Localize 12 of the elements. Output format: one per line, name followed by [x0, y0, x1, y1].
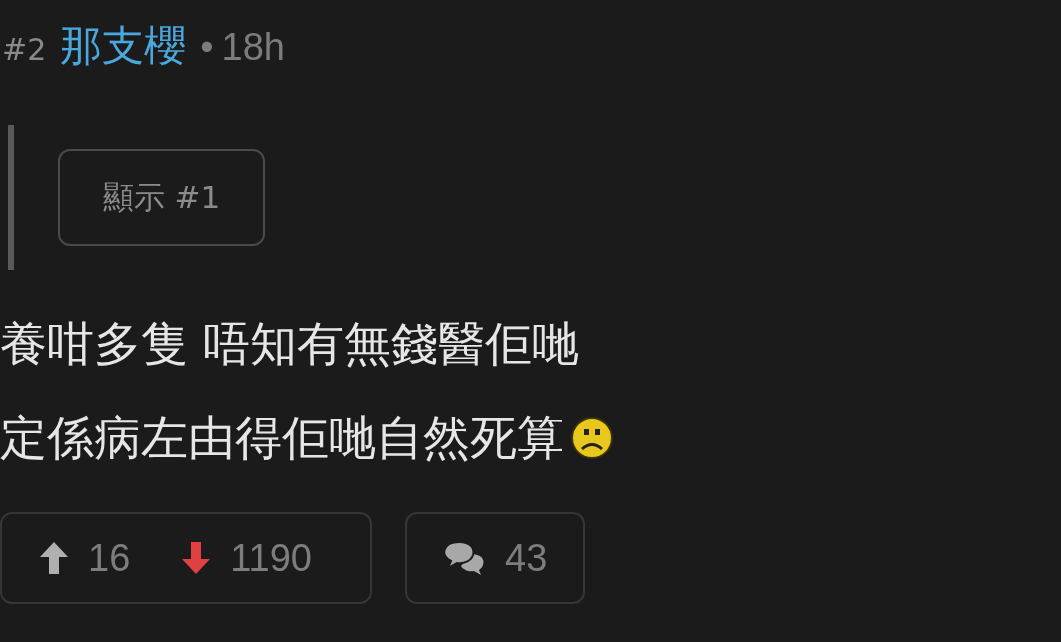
downvote-button[interactable]: 1190 — [180, 536, 312, 580]
separator-dot: • — [200, 26, 214, 69]
author-name[interactable]: 那支櫻 — [60, 18, 187, 74]
upvote-button[interactable]: 16 — [38, 536, 131, 580]
chat-bubbles-icon — [443, 540, 485, 576]
post-text-line: 養咁多隻 唔知有無錢醫佢哋 — [0, 315, 579, 373]
post-time: 18h — [221, 26, 285, 69]
show-quote-button[interactable]: 顯示 #1 — [58, 149, 265, 246]
sad-face-icon — [570, 416, 614, 460]
comments-button[interactable]: 43 — [443, 536, 548, 580]
post-number: #2 — [2, 32, 47, 67]
post-text-line: 定係病左由得佢哋自然死算 — [0, 409, 564, 467]
